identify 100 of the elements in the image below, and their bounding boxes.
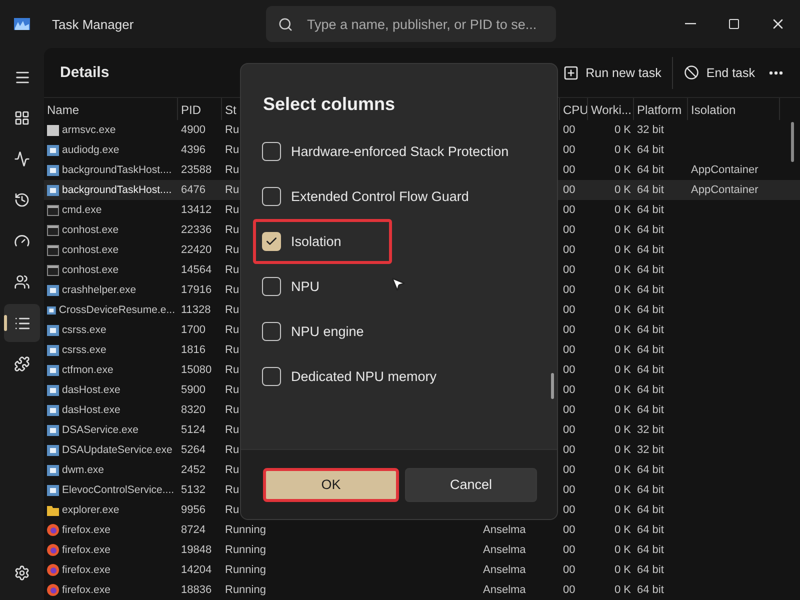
option-label[interactable]: Dedicated NPU memory (291, 369, 437, 384)
option-label[interactable]: NPU (291, 279, 320, 294)
cell-text: 32 bit (637, 444, 664, 456)
cell-text: 0 K (614, 384, 631, 396)
option-label[interactable]: NPU engine (291, 324, 364, 339)
checkbox[interactable] (262, 367, 281, 386)
cell-text: Ru (225, 404, 240, 416)
cell-text: 00 (563, 364, 576, 376)
process-name[interactable]: backgroundTaskHost.... (62, 164, 172, 176)
cancel-button[interactable]: Cancel (405, 468, 537, 502)
fox-icon (47, 564, 59, 576)
cell-text: 00 (563, 544, 576, 556)
process-name[interactable]: ElevocControlService.... (62, 484, 174, 496)
process-name[interactable]: firefox.exe (62, 584, 110, 596)
cell-text: 64 bit (637, 564, 664, 576)
cell-text: 00 (563, 184, 576, 196)
window-icon (47, 364, 59, 376)
option-row[interactable]: NPU engine (253, 309, 545, 354)
cell-text: 0 K (614, 484, 631, 496)
process-name[interactable]: armsvc.exe (62, 124, 116, 136)
toolbar-button[interactable]: End task (677, 56, 762, 90)
cell-text: 17916 (181, 284, 212, 296)
checkbox[interactable] (262, 277, 281, 296)
cell-text: 8320 (181, 404, 206, 416)
search-field[interactable]: Type a name, publisher, or PID to se... (307, 16, 553, 32)
checkbox[interactable] (262, 142, 281, 161)
checkbox[interactable] (262, 322, 281, 341)
cell-text: Running (225, 564, 266, 576)
column-header[interactable]: St (225, 103, 236, 117)
cell-text: 64 bit (637, 384, 664, 396)
cell-text: 6476 (181, 184, 206, 196)
process-name[interactable]: audiodg.exe (62, 144, 120, 156)
cell-text: Running (225, 524, 266, 536)
column-header[interactable]: Platform (637, 103, 682, 117)
column-header[interactable]: Worki... (591, 103, 632, 117)
process-name[interactable]: csrss.exe (62, 344, 106, 356)
cell-text: 00 (563, 384, 576, 396)
process-name[interactable]: dwm.exe (62, 464, 104, 476)
process-name[interactable]: crashhelper.exe (62, 284, 136, 296)
process-name[interactable]: DSAService.exe (62, 424, 138, 436)
process-name[interactable]: dasHost.exe (62, 384, 120, 396)
process-name[interactable]: csrss.exe (62, 324, 106, 336)
process-name[interactable]: CrossDeviceResume.e... (58, 304, 175, 316)
option-label[interactable]: Hardware-enforced Stack Protection (291, 144, 509, 159)
window-icon (47, 444, 59, 456)
console-icon (47, 204, 59, 216)
scrollbar-thumb[interactable] (551, 373, 554, 399)
cell-text: 64 bit (637, 304, 664, 316)
cell-text: 14564 (181, 264, 212, 276)
column-header[interactable]: Name (47, 103, 80, 117)
cell-text: 64 bit (637, 164, 664, 176)
window-icon (47, 304, 56, 316)
process-name[interactable]: firefox.exe (62, 564, 110, 576)
checkbox[interactable] (262, 232, 281, 251)
ok-button[interactable]: OK (263, 468, 399, 502)
cell-text: 64 bit (637, 364, 664, 376)
cell-text: 64 bit (637, 544, 664, 556)
toolbar-button[interactable]: Run new task (556, 56, 668, 90)
process-name[interactable]: cmd.exe (62, 204, 102, 216)
cell-text: 00 (563, 464, 576, 476)
process-name[interactable]: conhost.exe (62, 244, 119, 256)
search-bar[interactable]: Type a name, publisher, or PID to se... (266, 6, 556, 42)
cell-text: Ru (225, 464, 240, 476)
cell-text: 4900 (181, 124, 206, 136)
process-name[interactable]: ctfmon.exe (62, 364, 114, 376)
cell-text: 00 (563, 584, 576, 596)
column-header[interactable]: PID (181, 103, 202, 117)
cell-text: Ru (225, 244, 240, 256)
column-header[interactable]: Isolation (691, 103, 736, 117)
window-icon (47, 164, 59, 176)
option-row[interactable]: Hardware-enforced Stack Protection (253, 129, 545, 174)
scrollbar-thumb[interactable] (791, 122, 794, 162)
option-row[interactable]: Isolation (253, 219, 392, 264)
fox-icon (47, 524, 59, 536)
process-name[interactable]: conhost.exe (62, 264, 119, 276)
cell-text: 00 (563, 324, 576, 336)
cell-text: 00 (563, 244, 576, 256)
process-name[interactable]: conhost.exe (62, 224, 119, 236)
cell-text: 64 bit (637, 344, 664, 356)
cell-text: 0 K (614, 344, 631, 356)
cell-text: Ru (225, 224, 240, 236)
process-name[interactable]: dasHost.exe (62, 404, 120, 416)
cell-text: Ru (225, 484, 240, 496)
clock-icon (14, 192, 30, 208)
process-name[interactable]: DSAUpdateService.exe (62, 444, 172, 456)
column-header[interactable]: CPU (563, 103, 587, 117)
process-name[interactable]: firefox.exe (62, 524, 110, 536)
option-label[interactable]: Extended Control Flow Guard (291, 189, 469, 204)
checkbox[interactable] (262, 187, 281, 206)
option-label[interactable]: Isolation (291, 234, 342, 249)
cell-text: 00 (563, 344, 576, 356)
nav-button[interactable] (4, 304, 40, 342)
process-name[interactable]: backgroundTaskHost.... (62, 184, 172, 196)
cell-text: Ru (225, 424, 240, 436)
process-name[interactable]: explorer.exe (62, 504, 120, 516)
option-row[interactable]: NPU (253, 264, 545, 309)
option-row[interactable]: Extended Control Flow Guard (253, 174, 545, 219)
cell-text: 00 (563, 164, 576, 176)
process-name[interactable]: firefox.exe (62, 544, 110, 556)
option-row[interactable]: Dedicated NPU memory (253, 354, 545, 399)
